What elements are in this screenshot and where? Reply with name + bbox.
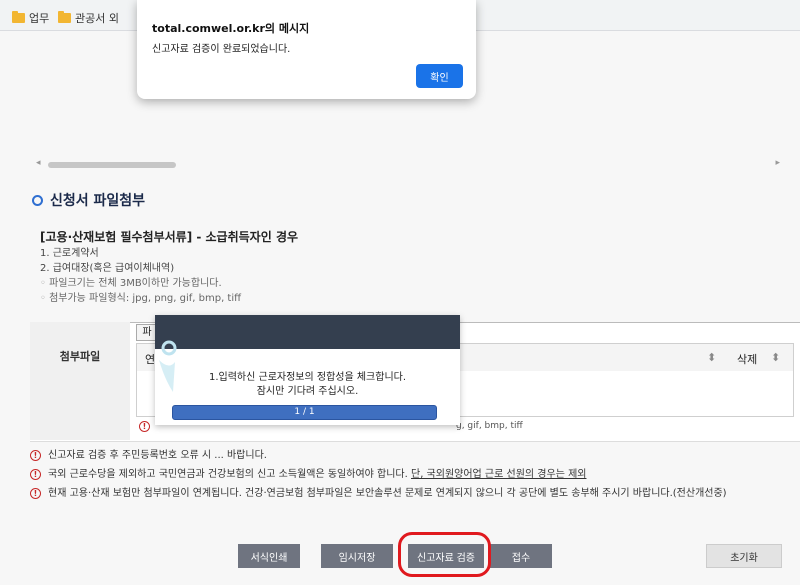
bookmark-gov[interactable]: 관공서 외: [58, 10, 119, 26]
warning-icon: !: [30, 469, 41, 480]
folder-icon: [58, 11, 71, 23]
notice-text: 현재 고용·산재 보험만 첨부파일이 연계됩니다. 건강·연금보험 첨부파일은 …: [48, 488, 727, 499]
progress-line1: 1.입력하신 근로자정보의 정합성을 체크합니다.: [208, 372, 407, 383]
warning-icon: !: [30, 488, 41, 499]
scroll-left-icon[interactable]: ◂: [36, 158, 41, 168]
browser-alert-dialog: total.comwel.or.kr의 메시지 신고자료 검증이 완료되었습니다…: [137, 0, 476, 99]
loading-figure-icon: [159, 340, 177, 392]
scroll-thumb[interactable]: [48, 162, 176, 168]
attachment-label: 첨부파일: [30, 322, 130, 440]
doc-note: 파일크기는 전체 3MB이하만 가능합니다.: [40, 276, 298, 291]
required-docs: [고용·산재보험 필수첨부서류] - 소급취득자인 경우 1. 근로계약서 2.…: [40, 230, 298, 306]
required-docs-heading: [고용·산재보험 필수첨부서류] - 소급취득자인 경우: [40, 230, 299, 244]
doc-item: 2. 급여대장(혹은 급여이체내역): [40, 263, 175, 274]
scroll-right-icon[interactable]: ▸: [775, 158, 780, 168]
bullet-icon: [32, 194, 43, 206]
progress-dialog-header: [155, 315, 460, 349]
alert-origin: total.comwel.or.kr의 메시지: [152, 22, 310, 35]
progress-bar: 1 / 1: [172, 405, 437, 420]
horizontal-scrollbar[interactable]: ◂ ▸: [36, 158, 780, 170]
warning-icon: !: [30, 450, 41, 461]
submit-button[interactable]: 접수: [490, 544, 552, 568]
notice-item: ! 현재 고용·산재 보험만 첨부파일이 연계됩니다. 건강·연금보험 첨부파일…: [30, 484, 727, 503]
column-header-first: 연: [145, 353, 156, 366]
section-title-text: 신청서 파일첨부: [50, 193, 146, 209]
temp-save-button[interactable]: 임시저장: [321, 544, 393, 568]
print-form-button[interactable]: 서식인쇄: [238, 544, 300, 568]
notice-item: ! 국외 근로수당을 제외하고 국민연금과 건강보험의 신고 소득월액은 동일하…: [30, 465, 727, 484]
progress-message: 1.입력하신 근로자정보의 정합성을 체크합니다. 잠시만 기다려 주십시오.: [155, 371, 460, 399]
bookmark-label: 업무: [29, 12, 50, 25]
notice-list: ! 신고자료 검증 후 주민등록번호 오류 시 ... 바랍니다. ! 국외 근…: [30, 446, 727, 503]
reset-button[interactable]: 초기화: [706, 544, 782, 568]
format-note-text: g, gif, bmp, tiff: [456, 421, 523, 431]
warning-icon: !: [139, 421, 150, 432]
doc-item: 1. 근로계약서: [40, 248, 99, 259]
alert-message: 신고자료 검증이 완료되었습니다.: [152, 44, 291, 55]
notice-text: 신고자료 검증 후 주민등록번호 오류 시 ... 바랍니다.: [48, 450, 267, 461]
bookmark-work[interactable]: 업무: [12, 10, 49, 26]
notice-underline: 단, 국외원양어업 근로 선원의 경우는 제외: [411, 469, 587, 480]
bookmark-label: 관공서 외: [75, 12, 119, 25]
column-header-delete[interactable]: 삭제: [737, 351, 757, 367]
doc-note: 첨부가능 파일형식: jpg, png, gif, bmp, tiff: [40, 291, 298, 306]
progress-line2: 잠시만 기다려 주십시오.: [256, 386, 359, 397]
progress-dialog: 1.입력하신 근로자정보의 정합성을 체크합니다. 잠시만 기다려 주십시오. …: [155, 315, 460, 425]
highlight-annotation: [398, 532, 491, 577]
section-title: 신청서 파일첨부: [32, 190, 145, 210]
sort-icon[interactable]: ⬍: [771, 351, 780, 364]
notice-item: ! 신고자료 검증 후 주민등록번호 오류 시 ... 바랍니다.: [30, 446, 727, 465]
sort-icon[interactable]: ⬍: [707, 351, 716, 364]
notice-text: 국외 근로수당을 제외하고 국민연금과 건강보험의 신고 소득월액은 동일하여야…: [48, 469, 411, 480]
folder-icon: [12, 11, 25, 23]
alert-ok-button[interactable]: 확인: [416, 64, 463, 88]
